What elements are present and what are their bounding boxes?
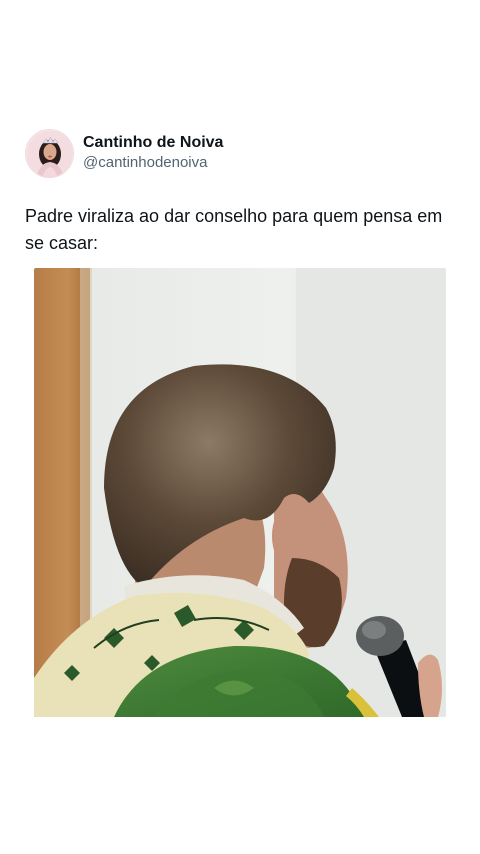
tweet-media[interactable]: [34, 268, 446, 717]
user-handle[interactable]: @cantinhodenoiva: [83, 153, 223, 173]
video-frame-image: [34, 268, 446, 717]
display-name[interactable]: Cantinho de Noiva: [83, 133, 223, 153]
bride-avatar-icon: [26, 129, 73, 177]
tweet-header: Cantinho de Noiva @cantinhodenoiva: [25, 128, 455, 178]
tweet-card: Cantinho de Noiva @cantinhodenoiva Padre…: [25, 128, 455, 257]
avatar[interactable]: [25, 128, 74, 178]
tweet-text: Padre viraliza ao dar conselho para quem…: [25, 206, 443, 253]
author-names: Cantinho de Noiva @cantinhodenoiva: [83, 133, 223, 173]
